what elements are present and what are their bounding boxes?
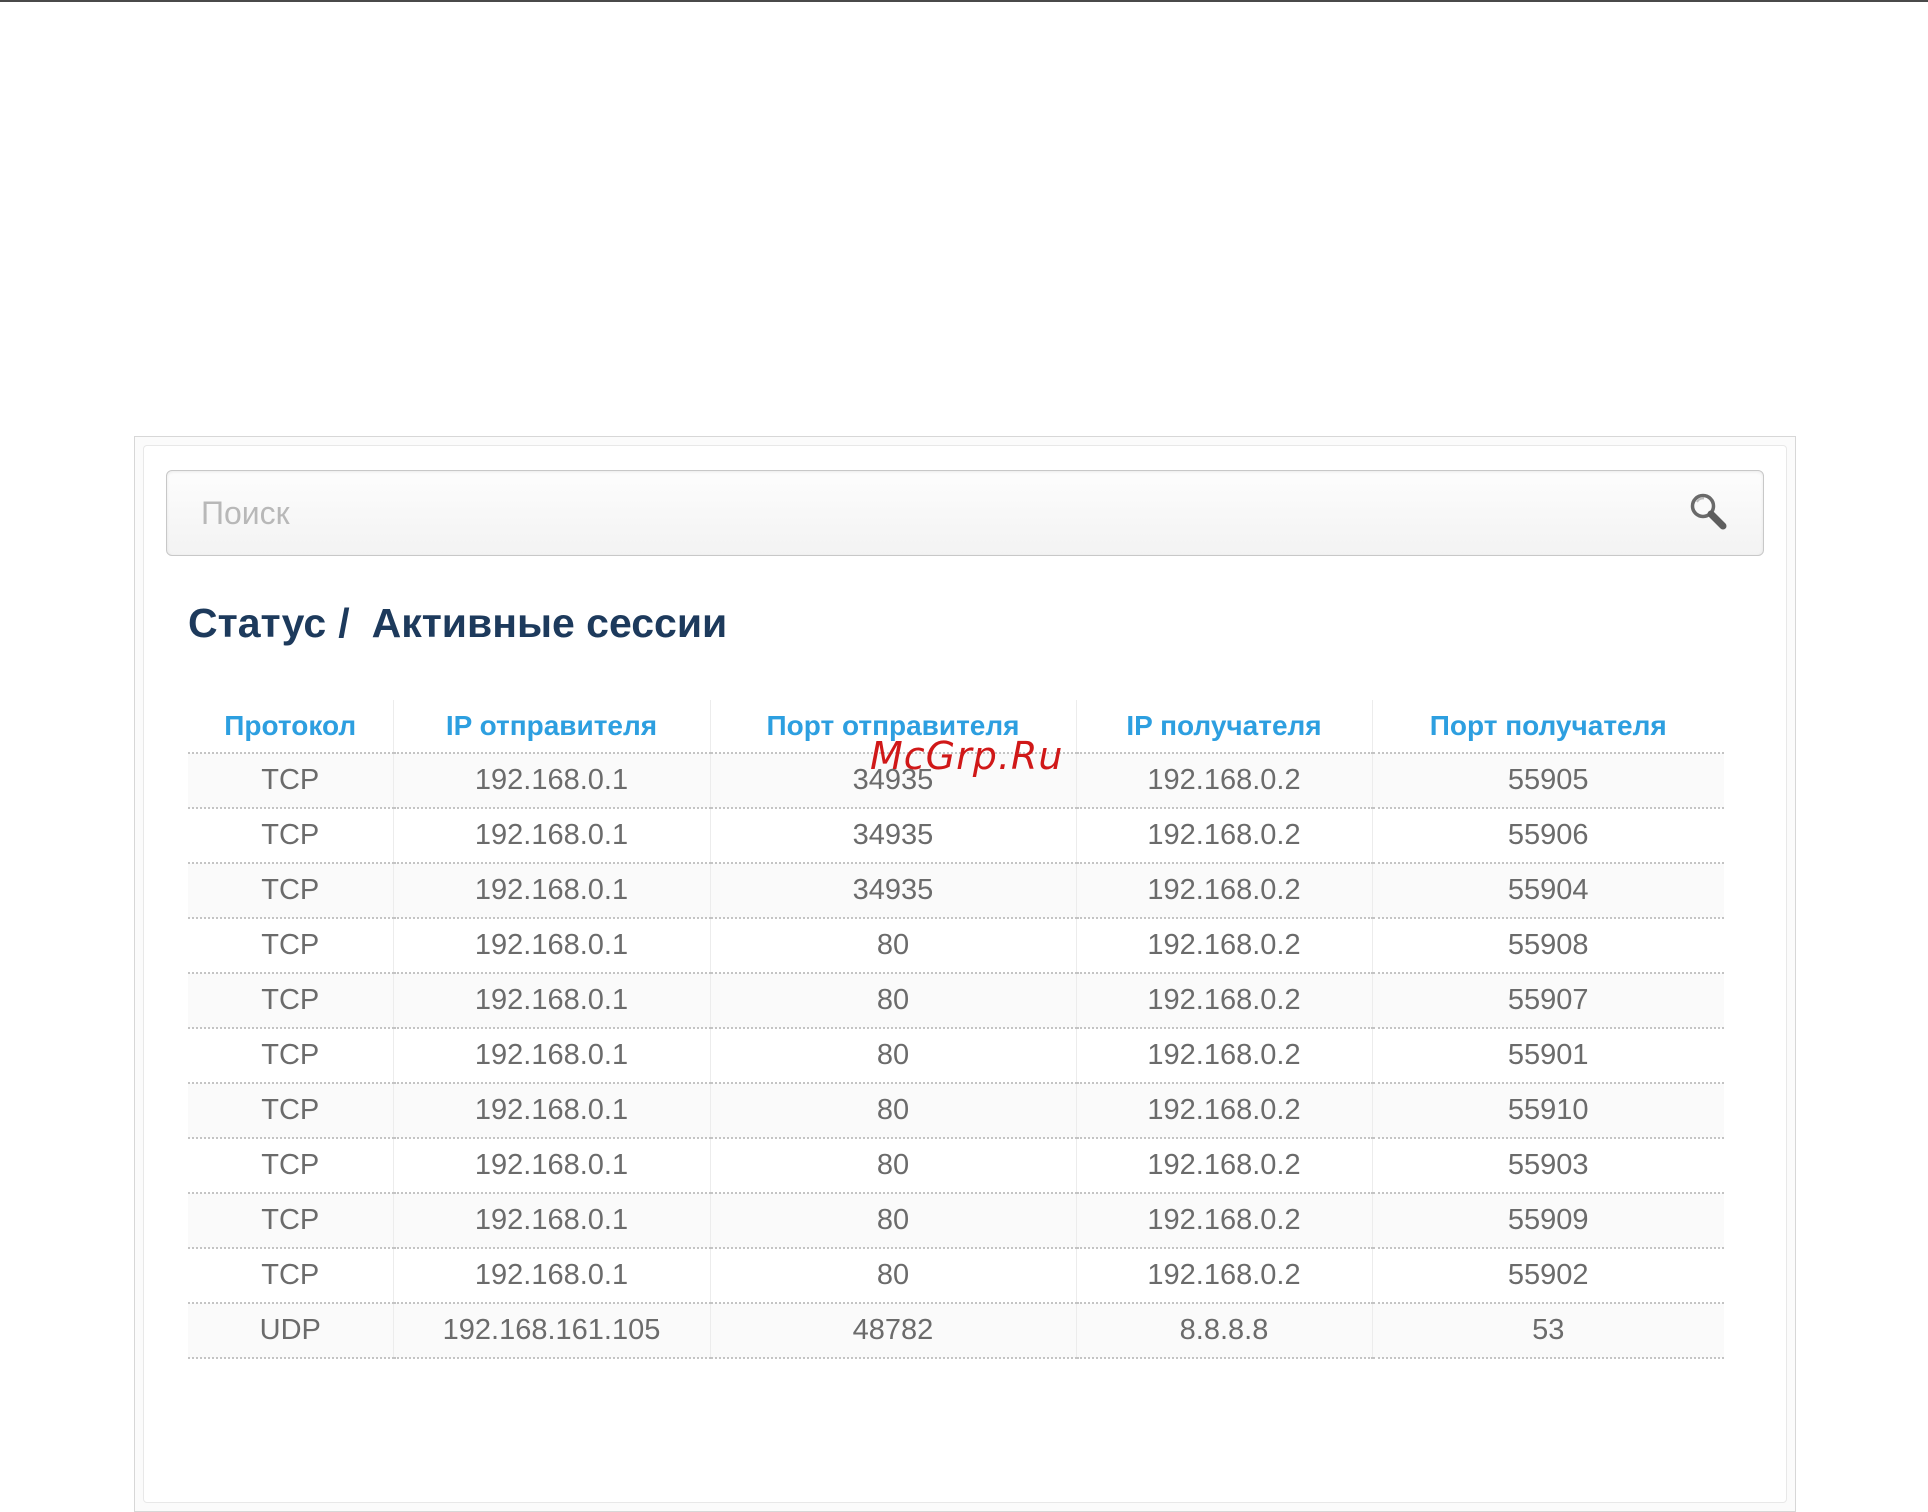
cell-source-ip: 192.168.0.1 — [393, 1083, 711, 1139]
cell-protocol: TCP — [188, 753, 394, 809]
top-divider — [0, 0, 1928, 2]
cell-source-ip: 192.168.0.1 — [393, 1138, 711, 1194]
cell-destination-port: 55901 — [1372, 1028, 1724, 1084]
search-input[interactable] — [201, 489, 1641, 537]
cell-protocol: TCP — [188, 808, 394, 864]
cell-destination-ip: 192.168.0.2 — [1076, 918, 1373, 974]
cell-source-ip: 192.168.0.1 — [393, 1193, 711, 1249]
table-row[interactable]: UDP 192.168.161.105 48782 8.8.8.8 53 — [188, 1303, 1724, 1359]
cell-source-ip: 192.168.0.1 — [393, 808, 711, 864]
cell-destination-ip: 192.168.0.2 — [1076, 1028, 1373, 1084]
table-row[interactable]: TCP 192.168.0.1 80 192.168.0.2 55907 — [188, 973, 1724, 1029]
cell-source-port: 80 — [710, 1193, 1077, 1249]
cell-source-ip: 192.168.0.1 — [393, 1028, 711, 1084]
cell-destination-ip: 192.168.0.2 — [1076, 1083, 1373, 1139]
cell-destination-ip: 8.8.8.8 — [1076, 1303, 1373, 1359]
cell-source-port: 80 — [710, 1028, 1077, 1084]
cell-source-port: 80 — [710, 1083, 1077, 1139]
table-row[interactable]: TCP 192.168.0.1 80 192.168.0.2 55903 — [188, 1138, 1724, 1194]
cell-source-port: 48782 — [710, 1303, 1077, 1359]
table-row[interactable]: TCP 192.168.0.1 80 192.168.0.2 55910 — [188, 1083, 1724, 1139]
cell-destination-ip: 192.168.0.2 — [1076, 1193, 1373, 1249]
breadcrumb-parent: Статус — [188, 600, 327, 646]
table-row[interactable]: TCP 192.168.0.1 80 192.168.0.2 55901 — [188, 1028, 1724, 1084]
cell-destination-ip: 192.168.0.2 — [1076, 973, 1373, 1029]
cell-protocol: TCP — [188, 1028, 394, 1084]
cell-destination-port: 55903 — [1372, 1138, 1724, 1194]
cell-protocol: TCP — [188, 1138, 394, 1194]
cell-destination-port: 55909 — [1372, 1193, 1724, 1249]
cell-protocol: TCP — [188, 918, 394, 974]
column-header-source-ip[interactable]: IP отправителя — [393, 700, 711, 754]
watermark-text: McGrp.Ru — [870, 734, 1064, 778]
cell-destination-ip: 192.168.0.2 — [1076, 1248, 1373, 1304]
cell-source-port: 80 — [710, 918, 1077, 974]
table-row[interactable]: TCP 192.168.0.1 34935 192.168.0.2 55904 — [188, 863, 1724, 919]
column-header-protocol[interactable]: Протокол — [188, 700, 394, 754]
search-icon[interactable] — [1685, 489, 1735, 539]
cell-destination-port: 55907 — [1372, 973, 1724, 1029]
cell-protocol: UDP — [188, 1303, 394, 1359]
table-row[interactable]: TCP 192.168.0.1 80 192.168.0.2 55902 — [188, 1248, 1724, 1304]
cell-destination-port: 55902 — [1372, 1248, 1724, 1304]
cell-protocol: TCP — [188, 1193, 394, 1249]
cell-destination-port: 55904 — [1372, 863, 1724, 919]
cell-source-ip: 192.168.0.1 — [393, 918, 711, 974]
table-row[interactable]: TCP 192.168.0.1 80 192.168.0.2 55909 — [188, 1193, 1724, 1249]
cell-protocol: TCP — [188, 863, 394, 919]
cell-source-ip: 192.168.0.1 — [393, 863, 711, 919]
breadcrumb-current: Активные сессии — [371, 600, 728, 646]
cell-protocol: TCP — [188, 973, 394, 1029]
cell-source-ip: 192.168.161.105 — [393, 1303, 711, 1359]
column-header-destination-ip[interactable]: IP получателя — [1076, 700, 1373, 754]
cell-source-port: 80 — [710, 973, 1077, 1029]
cell-protocol: TCP — [188, 1248, 394, 1304]
cell-destination-ip: 192.168.0.2 — [1076, 863, 1373, 919]
cell-source-port: 80 — [710, 1138, 1077, 1194]
cell-destination-port: 55905 — [1372, 753, 1724, 809]
page-title: Статус / Активные сессии — [188, 600, 727, 647]
cell-destination-ip: 192.168.0.2 — [1076, 753, 1373, 809]
breadcrumb-separator: / — [338, 600, 350, 646]
cell-source-ip: 192.168.0.1 — [393, 973, 711, 1029]
table-row[interactable]: TCP 192.168.0.1 80 192.168.0.2 55908 — [188, 918, 1724, 974]
cell-destination-ip: 192.168.0.2 — [1076, 808, 1373, 864]
cell-source-port: 80 — [710, 1248, 1077, 1304]
cell-destination-port: 55908 — [1372, 918, 1724, 974]
cell-destination-port: 55906 — [1372, 808, 1724, 864]
search-box — [166, 470, 1764, 556]
cell-destination-ip: 192.168.0.2 — [1076, 1138, 1373, 1194]
column-header-destination-port[interactable]: Порт получателя — [1372, 700, 1724, 754]
cell-source-ip: 192.168.0.1 — [393, 1248, 711, 1304]
table-row[interactable]: TCP 192.168.0.1 34935 192.168.0.2 55906 — [188, 808, 1724, 864]
cell-source-ip: 192.168.0.1 — [393, 753, 711, 809]
cell-source-port: 34935 — [710, 863, 1077, 919]
cell-source-port: 34935 — [710, 808, 1077, 864]
sessions-table: Протокол IP отправителя Порт отправителя… — [188, 700, 1724, 1359]
cell-protocol: TCP — [188, 1083, 394, 1139]
cell-destination-port: 55910 — [1372, 1083, 1724, 1139]
cell-destination-port: 53 — [1372, 1303, 1724, 1359]
